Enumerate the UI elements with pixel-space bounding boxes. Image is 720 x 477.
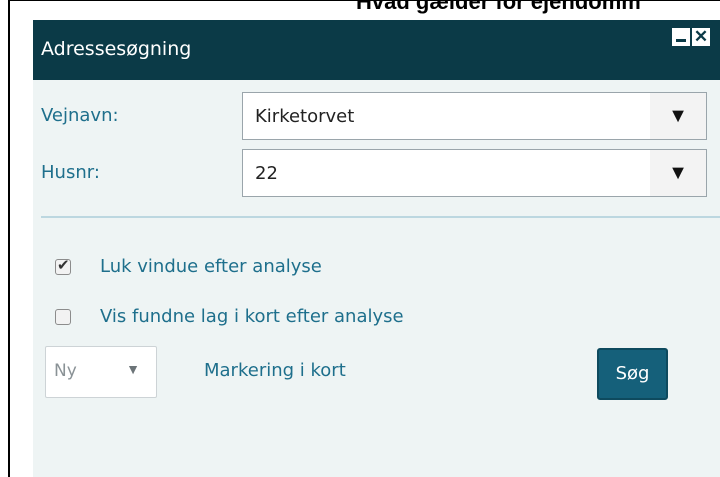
house-number-label: Husnr: [41, 162, 100, 183]
show-layers-checkbox[interactable] [55, 308, 71, 325]
street-input[interactable] [243, 93, 651, 139]
marking-select[interactable]: Ny ▼ [45, 346, 157, 398]
show-layers-option[interactable]: Vis fundne lag i kort efter analyse [55, 306, 404, 327]
page-heading: Hvad gælder for ejendomm [356, 0, 641, 14]
checkmark-icon: ✔ [57, 256, 70, 274]
street-label: Vejnavn: [41, 105, 119, 126]
panel-title: Adressesøgning [41, 38, 192, 60]
address-search-panel: Adressesøgning ✕ Vejnavn: ▼ Husnr: ▼ ✔ L… [33, 20, 720, 477]
house-number-dropdown-button[interactable]: ▼ [650, 150, 706, 196]
panel-header: Adressesøgning ✕ [33, 20, 720, 80]
close-after-analysis-option[interactable]: ✔ Luk vindue efter analyse [55, 256, 322, 277]
street-dropdown-button[interactable]: ▼ [650, 93, 706, 139]
house-number-combobox: ▼ [242, 149, 707, 197]
chevron-down-icon: ▼ [126, 361, 140, 377]
frame-left-border [8, 0, 10, 477]
minimize-icon [676, 39, 686, 42]
close-after-analysis-checkbox[interactable]: ✔ [55, 256, 71, 275]
close-after-analysis-label: Luk vindue efter analyse [100, 256, 322, 277]
section-divider [41, 216, 720, 218]
chevron-down-icon: ▼ [668, 105, 688, 127]
window-controls: ✕ [672, 27, 710, 46]
search-button[interactable]: Søg [597, 348, 668, 400]
show-layers-label: Vis fundne lag i kort efter analyse [100, 306, 404, 327]
close-icon: ✕ [693, 27, 709, 46]
close-button[interactable]: ✕ [692, 27, 710, 46]
marking-label: Markering i kort [204, 360, 346, 381]
house-number-input[interactable] [243, 150, 651, 196]
street-combobox: ▼ [242, 92, 707, 140]
marking-select-value: Ny [54, 361, 77, 381]
chevron-down-icon: ▼ [668, 162, 688, 184]
minimize-button[interactable] [672, 28, 690, 46]
